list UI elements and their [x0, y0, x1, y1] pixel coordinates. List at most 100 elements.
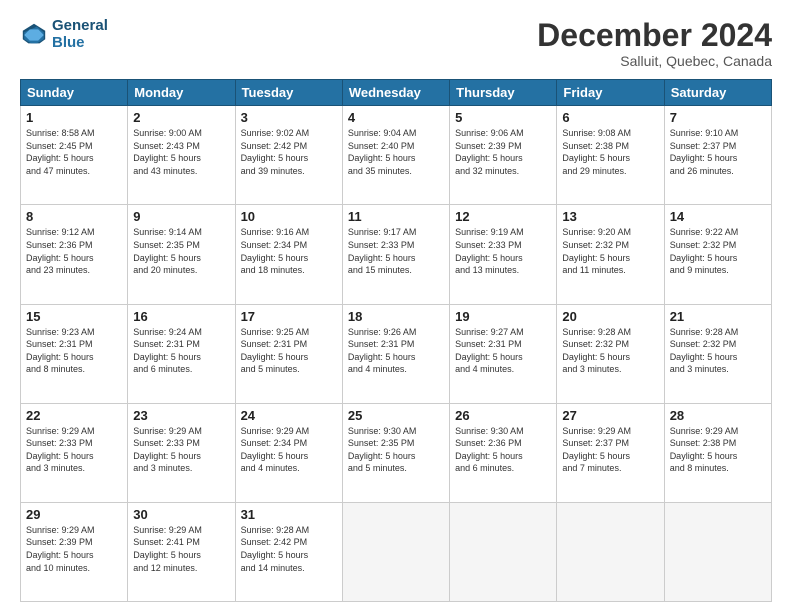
- logo-text: General Blue: [52, 18, 108, 51]
- day-info: Sunrise: 9:29 AM Sunset: 2:37 PM Dayligh…: [562, 425, 658, 475]
- day-number: 31: [241, 507, 337, 522]
- day-info: Sunrise: 9:16 AM Sunset: 2:34 PM Dayligh…: [241, 226, 337, 276]
- calendar-cell: 11Sunrise: 9:17 AM Sunset: 2:33 PM Dayli…: [342, 205, 449, 304]
- calendar-cell: 26Sunrise: 9:30 AM Sunset: 2:36 PM Dayli…: [450, 403, 557, 502]
- calendar-cell: 17 Sunrise: 9:25 AM Sunset: 2:31 PM Dayli…: [235, 304, 342, 403]
- calendar-cell: 24 Sunrise: 9:29 AM Sunset: 2:34 PM Dayli…: [235, 403, 342, 502]
- day-number: 20: [562, 309, 658, 324]
- day-info: Sunrise: 9:29 AM Sunset: 2:34 PM Dayligh…: [241, 425, 337, 475]
- day-info: Sunrise: 9:30 AM Sunset: 2:36 PM Dayligh…: [455, 425, 551, 475]
- day-number: 9: [133, 209, 229, 224]
- day-number: 25: [348, 408, 444, 423]
- day-info: Sunrise: 9:26 AM Sunset: 2:31 PM Dayligh…: [348, 326, 444, 376]
- day-info: Sunrise: 9:04 AM Sunset: 2:40 PM Dayligh…: [348, 127, 444, 177]
- day-number: 2: [133, 110, 229, 125]
- calendar-cell: 30 Sunrise: 9:29 AM Sunset: 2:41 PM Dayli…: [128, 502, 235, 601]
- day-number: 1: [26, 110, 122, 125]
- day-info: Sunrise: 9:29 AM Sunset: 2:41 PM Dayligh…: [133, 524, 229, 574]
- day-info: Sunrise: 9:06 AM Sunset: 2:39 PM Dayligh…: [455, 127, 551, 177]
- calendar-cell: 15Sunrise: 9:23 AM Sunset: 2:31 PM Dayli…: [21, 304, 128, 403]
- calendar-cell: 21Sunrise: 9:28 AM Sunset: 2:32 PM Dayli…: [664, 304, 771, 403]
- day-number: 28: [670, 408, 766, 423]
- day-info: Sunrise: 9:25 AM Sunset: 2:31 PM Dayligh…: [241, 326, 337, 376]
- calendar-cell: [450, 502, 557, 601]
- day-number: 6: [562, 110, 658, 125]
- calendar-cell: 12 Sunrise: 9:19 AM Sunset: 2:33 PM Dayli…: [450, 205, 557, 304]
- day-info: Sunrise: 9:30 AM Sunset: 2:35 PM Dayligh…: [348, 425, 444, 475]
- day-number: 23: [133, 408, 229, 423]
- day-number: 22: [26, 408, 122, 423]
- weekday-header-tuesday: Tuesday: [235, 80, 342, 106]
- day-number: 7: [670, 110, 766, 125]
- calendar-week-4: 22 Sunrise: 9:29 AM Sunset: 2:33 PM Dayli…: [21, 403, 772, 502]
- day-info: Sunrise: 9:22 AM Sunset: 2:32 PM Dayligh…: [670, 226, 766, 276]
- calendar-week-1: 1 Sunrise: 8:58 AM Sunset: 2:45 PM Daylig…: [21, 106, 772, 205]
- day-info: Sunrise: 9:08 AM Sunset: 2:38 PM Dayligh…: [562, 127, 658, 177]
- weekday-header-sunday: Sunday: [21, 80, 128, 106]
- day-number: 4: [348, 110, 444, 125]
- day-number: 29: [26, 507, 122, 522]
- calendar-table: SundayMondayTuesdayWednesdayThursdayFrid…: [20, 79, 772, 602]
- day-number: 17: [241, 309, 337, 324]
- weekday-header-monday: Monday: [128, 80, 235, 106]
- weekday-header-wednesday: Wednesday: [342, 80, 449, 106]
- calendar-cell: 16 Sunrise: 9:24 AM Sunset: 2:31 PM Dayli…: [128, 304, 235, 403]
- day-number: 14: [670, 209, 766, 224]
- day-info: Sunrise: 8:58 AM Sunset: 2:45 PM Dayligh…: [26, 127, 122, 177]
- calendar-cell: 13Sunrise: 9:20 AM Sunset: 2:32 PM Dayli…: [557, 205, 664, 304]
- weekday-header-saturday: Saturday: [664, 80, 771, 106]
- calendar-cell: 1 Sunrise: 8:58 AM Sunset: 2:45 PM Daylig…: [21, 106, 128, 205]
- weekday-header-thursday: Thursday: [450, 80, 557, 106]
- weekday-header-friday: Friday: [557, 80, 664, 106]
- calendar-cell: 18 Sunrise: 9:26 AM Sunset: 2:31 PM Dayli…: [342, 304, 449, 403]
- day-info: Sunrise: 9:29 AM Sunset: 2:33 PM Dayligh…: [133, 425, 229, 475]
- header: General Blue December 2024 Salluit, Queb…: [20, 18, 772, 69]
- day-info: Sunrise: 9:28 AM Sunset: 2:32 PM Dayligh…: [562, 326, 658, 376]
- subtitle: Salluit, Quebec, Canada: [537, 53, 772, 69]
- calendar-cell: 22 Sunrise: 9:29 AM Sunset: 2:33 PM Dayli…: [21, 403, 128, 502]
- day-info: Sunrise: 9:10 AM Sunset: 2:37 PM Dayligh…: [670, 127, 766, 177]
- calendar-cell: 29Sunrise: 9:29 AM Sunset: 2:39 PM Dayli…: [21, 502, 128, 601]
- day-info: Sunrise: 9:00 AM Sunset: 2:43 PM Dayligh…: [133, 127, 229, 177]
- logo-icon: [20, 21, 48, 49]
- calendar-cell: [557, 502, 664, 601]
- calendar-page: General Blue December 2024 Salluit, Queb…: [0, 0, 792, 612]
- day-number: 24: [241, 408, 337, 423]
- day-info: Sunrise: 9:14 AM Sunset: 2:35 PM Dayligh…: [133, 226, 229, 276]
- calendar-cell: 8 Sunrise: 9:12 AM Sunset: 2:36 PM Daylig…: [21, 205, 128, 304]
- day-number: 18: [348, 309, 444, 324]
- day-number: 16: [133, 309, 229, 324]
- day-number: 11: [348, 209, 444, 224]
- calendar-cell: 31Sunrise: 9:28 AM Sunset: 2:42 PM Dayli…: [235, 502, 342, 601]
- main-title: December 2024: [537, 18, 772, 53]
- day-number: 19: [455, 309, 551, 324]
- day-info: Sunrise: 9:29 AM Sunset: 2:33 PM Dayligh…: [26, 425, 122, 475]
- day-number: 8: [26, 209, 122, 224]
- title-block: December 2024 Salluit, Quebec, Canada: [537, 18, 772, 69]
- day-number: 10: [241, 209, 337, 224]
- calendar-cell: 4 Sunrise: 9:04 AM Sunset: 2:40 PM Daylig…: [342, 106, 449, 205]
- calendar-cell: 25 Sunrise: 9:30 AM Sunset: 2:35 PM Dayli…: [342, 403, 449, 502]
- day-info: Sunrise: 9:27 AM Sunset: 2:31 PM Dayligh…: [455, 326, 551, 376]
- day-info: Sunrise: 9:19 AM Sunset: 2:33 PM Dayligh…: [455, 226, 551, 276]
- calendar-cell: 19 Sunrise: 9:27 AM Sunset: 2:31 PM Dayli…: [450, 304, 557, 403]
- day-info: Sunrise: 9:12 AM Sunset: 2:36 PM Dayligh…: [26, 226, 122, 276]
- day-number: 12: [455, 209, 551, 224]
- day-info: Sunrise: 9:02 AM Sunset: 2:42 PM Dayligh…: [241, 127, 337, 177]
- calendar-cell: 28 Sunrise: 9:29 AM Sunset: 2:38 PM Dayli…: [664, 403, 771, 502]
- calendar-cell: 14 Sunrise: 9:22 AM Sunset: 2:32 PM Dayli…: [664, 205, 771, 304]
- day-number: 27: [562, 408, 658, 423]
- day-info: Sunrise: 9:29 AM Sunset: 2:38 PM Dayligh…: [670, 425, 766, 475]
- calendar-cell: 9 Sunrise: 9:14 AM Sunset: 2:35 PM Daylig…: [128, 205, 235, 304]
- day-number: 3: [241, 110, 337, 125]
- day-info: Sunrise: 9:24 AM Sunset: 2:31 PM Dayligh…: [133, 326, 229, 376]
- calendar-week-3: 15Sunrise: 9:23 AM Sunset: 2:31 PM Dayli…: [21, 304, 772, 403]
- day-number: 13: [562, 209, 658, 224]
- calendar-cell: 2 Sunrise: 9:00 AM Sunset: 2:43 PM Daylig…: [128, 106, 235, 205]
- calendar-cell: 5Sunrise: 9:06 AM Sunset: 2:39 PM Daylig…: [450, 106, 557, 205]
- day-info: Sunrise: 9:23 AM Sunset: 2:31 PM Dayligh…: [26, 326, 122, 376]
- day-number: 30: [133, 507, 229, 522]
- calendar-cell: 27 Sunrise: 9:29 AM Sunset: 2:37 PM Dayli…: [557, 403, 664, 502]
- day-number: 21: [670, 309, 766, 324]
- calendar-week-2: 8 Sunrise: 9:12 AM Sunset: 2:36 PM Daylig…: [21, 205, 772, 304]
